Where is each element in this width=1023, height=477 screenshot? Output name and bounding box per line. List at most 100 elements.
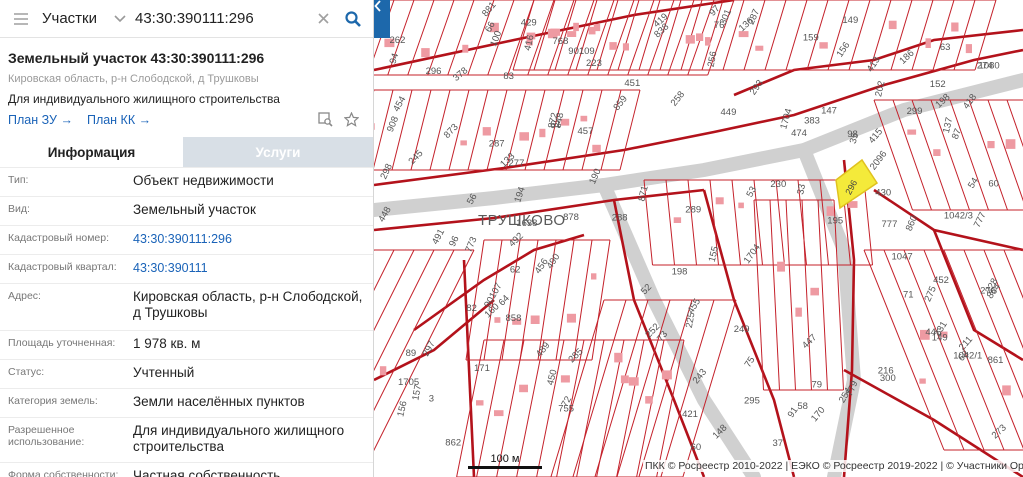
parcel-number-label: 450 <box>545 368 560 386</box>
parcel-number-label: 777 <box>972 210 989 229</box>
attribute-row-kind: Вид: Земельный участок <box>0 196 373 225</box>
attribute-key: Тип: <box>8 174 29 186</box>
parcel-number-label: 89 <box>406 348 417 359</box>
plan-links: План ЗУ → План КК → <box>8 113 363 127</box>
building <box>1005 139 1016 149</box>
map-canvas[interactable]: 296 84886086286186420961042/337883837859… <box>374 0 1023 477</box>
attribute-value: Земли населённых пунктов <box>133 394 305 409</box>
building <box>777 261 785 272</box>
arrow-right-icon: → <box>60 113 73 127</box>
plan-zu-label: План ЗУ <box>8 113 57 127</box>
favorite-button[interactable] <box>343 111 359 127</box>
scale-label: 100 м <box>490 453 520 465</box>
cadastral-map[interactable]: 296 848 860 862 861 864 2096 1042/3 378 838 37 859… <box>374 0 1023 477</box>
parcel-number-label: 152 <box>930 79 946 90</box>
building <box>826 206 834 216</box>
search-input[interactable] <box>133 0 309 38</box>
building <box>685 35 695 44</box>
parcel-number-label: 155 <box>707 245 722 263</box>
search-button[interactable] <box>337 0 369 38</box>
building <box>539 128 546 138</box>
attribute-value: Земельный участок <box>133 202 256 217</box>
plan-zu-link[interactable]: План ЗУ → <box>8 113 73 127</box>
attribute-key: Статус: <box>8 366 45 378</box>
building <box>965 44 972 54</box>
building <box>810 287 819 296</box>
building <box>755 45 764 51</box>
parcel-number-label: 230 <box>770 179 786 190</box>
building <box>620 375 629 384</box>
parcel-number-label: 862 <box>445 438 461 449</box>
parcel-number-label: 223 <box>586 58 602 69</box>
search-type-label: Участки <box>42 10 97 27</box>
parcel-number-label: 289 <box>685 205 701 216</box>
attribute-value: Учтенный <box>133 365 195 380</box>
clear-search-button[interactable] <box>309 0 337 38</box>
cadastral-quarter-link[interactable]: 43:30:390111 <box>133 255 373 283</box>
search-bar: Участки <box>0 0 373 38</box>
parcel-number-label: 288 <box>612 212 628 223</box>
parcel-number-label: 491 <box>430 227 447 246</box>
parcel-number-label: 258 <box>669 89 688 108</box>
parcel-number-label: 296 <box>426 66 442 77</box>
object-tools <box>317 111 359 127</box>
plan-kk-link[interactable]: План КК → <box>87 113 151 127</box>
building <box>919 378 926 384</box>
tab-services[interactable]: Услуги <box>183 137 373 167</box>
building <box>951 22 959 32</box>
parcel-number-label: 860 <box>904 214 920 233</box>
parcel-number-label: 147 <box>821 106 837 117</box>
building <box>925 38 931 48</box>
building <box>560 375 570 383</box>
hamburger-icon <box>14 17 28 20</box>
parcel-number-label: 293 <box>748 78 766 97</box>
zoom-to-object-icon <box>317 111 333 127</box>
building <box>1002 385 1011 396</box>
building <box>567 31 577 37</box>
attribute-row-cadastral-number: Кадастровый номер: 43:30:390111:296 <box>0 225 373 254</box>
attribute-value: Кировская область, р-н Слободской, д Тру… <box>133 289 363 320</box>
search-type-dropdown[interactable]: Участки <box>42 0 133 38</box>
parcel-number-label: 159 <box>803 33 819 44</box>
parcel-number-label: 297 <box>421 339 438 358</box>
parcel-number-label: 474 <box>791 128 807 139</box>
locate-on-map-button[interactable] <box>317 111 333 127</box>
parcel-number-label: 447 <box>800 332 819 351</box>
tab-info[interactable]: Информация <box>0 137 183 167</box>
cadastral-number-link[interactable]: 43:30:390111:296 <box>133 226 373 254</box>
building <box>482 127 491 136</box>
parcel-number-label: 449 <box>721 107 737 118</box>
attribute-key: Кадастровый номер: <box>8 232 110 244</box>
object-purpose: Для индивидуального жилищного строительс… <box>8 92 280 106</box>
parcel-number-label: 416 <box>522 34 536 52</box>
collapse-panel-button[interactable] <box>374 0 390 38</box>
parcel-number-label: 287 <box>746 8 762 27</box>
building <box>421 48 430 58</box>
parcel-number-label: 457 <box>578 126 594 137</box>
parcel-number-label: 33 <box>795 183 808 195</box>
attribute-row-ownership: Форма собственности: Частная собственнос… <box>0 462 373 477</box>
parcel-number-label: 489 <box>534 340 553 359</box>
attribute-row-status: Статус: Учтенный <box>0 359 373 388</box>
parcel-number-label: 777 <box>882 219 898 230</box>
parcel-number-label: 83 <box>503 71 514 82</box>
building <box>888 20 897 30</box>
parcel-number-label: 249 <box>734 324 750 335</box>
parcel-number-label: 195 <box>827 216 843 227</box>
building <box>705 37 711 46</box>
attribute-value: 1 978 кв. м <box>133 336 201 351</box>
attribute-value: Для индивидуального жилищного строительс… <box>133 423 345 454</box>
buildings-layer <box>374 20 1016 417</box>
attribute-key: Площадь уточненная: <box>8 337 116 349</box>
building <box>628 377 639 386</box>
parcel-number-label: 492 <box>507 231 526 250</box>
parcel-number-label: 430 <box>875 188 891 199</box>
parcel-number-label: 446 <box>925 327 941 338</box>
parcel-number-label: 90109 <box>568 46 594 57</box>
parcel-number-label: 1042/3 <box>944 210 973 221</box>
parcel-number-label: 273 <box>990 422 1009 441</box>
building <box>494 317 501 323</box>
menu-button[interactable] <box>0 0 42 38</box>
building <box>573 22 579 32</box>
parcel-number-label: 295 <box>744 396 760 407</box>
